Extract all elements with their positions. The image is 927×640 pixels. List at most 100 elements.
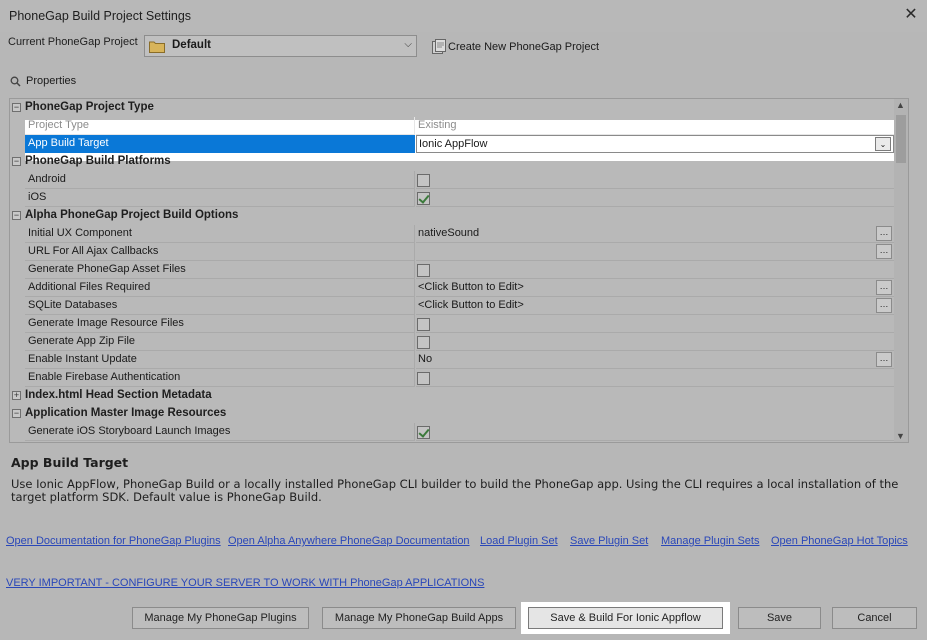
property-value: nativeSound … — [416, 225, 894, 243]
category-image-resources[interactable]: − Application Master Image Resources — [10, 405, 894, 423]
android-checkbox[interactable] — [417, 174, 430, 187]
gen-images-checkbox[interactable] — [417, 318, 430, 331]
property-name: App Build Target — [25, 135, 415, 153]
ellipsis-button[interactable]: … — [876, 244, 892, 259]
properties-label: Properties — [26, 75, 77, 87]
sqlite-value: <Click Button to Edit> — [418, 299, 524, 311]
category-build-platforms[interactable]: − PhoneGap Build Platforms — [10, 153, 894, 171]
property-value — [416, 171, 894, 189]
property-row-sqlite[interactable]: SQLite Databases <Click Button to Edit> … — [10, 297, 894, 315]
gen-zip-checkbox[interactable] — [417, 336, 430, 349]
property-row-app-build-target[interactable]: App Build Target Ionic AppFlow ⌄ — [10, 135, 894, 153]
ellipsis-button[interactable]: … — [876, 280, 892, 295]
scroll-down-icon[interactable]: ▼ — [896, 431, 905, 441]
ellipsis-button[interactable]: … — [876, 226, 892, 241]
category-head-metadata[interactable]: + Index.html Head Section Metadata — [10, 387, 894, 405]
manage-apps-button[interactable]: Manage My PhoneGap Build Apps — [322, 607, 516, 629]
firebase-checkbox[interactable] — [417, 372, 430, 385]
property-row-ios-storyboard[interactable]: Generate iOS Storyboard Launch Images — [10, 423, 894, 441]
ellipsis-button[interactable]: … — [876, 298, 892, 313]
ios-storyboard-checkbox[interactable] — [417, 426, 430, 439]
ellipsis-button[interactable]: … — [876, 352, 892, 367]
cancel-button[interactable]: Cancel — [832, 607, 917, 629]
property-name: Enable Instant Update — [25, 351, 415, 369]
property-value: … — [416, 243, 894, 261]
property-name: Enable Firebase Authentication — [25, 369, 415, 387]
property-value — [416, 189, 894, 207]
link-save-plugin-set[interactable]: Save Plugin Set — [570, 535, 648, 547]
collapse-icon[interactable]: − — [12, 157, 21, 166]
project-dropdown[interactable]: Default ⌵ — [144, 35, 417, 57]
property-row-ios[interactable]: iOS — [10, 189, 894, 207]
ios-checkbox[interactable] — [417, 192, 430, 205]
property-value: <Click Button to Edit> … — [416, 297, 894, 315]
property-row-gen-assets[interactable]: Generate PhoneGap Asset Files — [10, 261, 894, 279]
property-row-firebase[interactable]: Enable Firebase Authentication — [10, 369, 894, 387]
property-row-gen-images[interactable]: Generate Image Resource Files — [10, 315, 894, 333]
project-dropdown-value: Default — [172, 39, 211, 51]
property-name: Generate PhoneGap Asset Files — [25, 261, 415, 279]
property-row-initial-ux[interactable]: Initial UX Component nativeSound … — [10, 225, 894, 243]
property-grid[interactable]: − PhoneGap Project Type Project Type Exi… — [9, 98, 909, 443]
property-name: Generate Image Resource Files — [25, 315, 415, 333]
links-bar: Open Documentation for PhoneGap Plugins … — [6, 535, 921, 549]
new-project-icon — [432, 39, 446, 54]
property-row-instant-update[interactable]: Enable Instant Update No … — [10, 351, 894, 369]
collapse-icon[interactable]: − — [12, 211, 21, 220]
current-project-label: Current PhoneGap Project — [8, 36, 138, 48]
build-target-value: Ionic AppFlow — [419, 138, 488, 150]
category-label: PhoneGap Project Type — [25, 101, 154, 113]
button-label: Cancel — [857, 612, 892, 624]
help-text: Use Ionic AppFlow, PhoneGap Build or a l… — [11, 477, 899, 504]
link-hot-topics[interactable]: Open PhoneGap Hot Topics — [771, 535, 908, 547]
help-title: App Build Target — [11, 455, 129, 470]
expand-icon[interactable]: + — [12, 391, 21, 400]
collapse-icon[interactable]: − — [12, 103, 21, 112]
category-label: Index.html Head Section Metadata — [25, 389, 212, 401]
category-label: Alpha PhoneGap Project Build Options — [25, 209, 239, 221]
property-name: SQLite Databases — [25, 297, 415, 315]
property-name: Additional Files Required — [25, 279, 415, 297]
initial-ux-value: nativeSound — [418, 227, 480, 239]
property-row-project-type[interactable]: Project Type Existing — [10, 117, 894, 135]
gen-assets-checkbox[interactable] — [417, 264, 430, 277]
property-value: Existing — [416, 117, 894, 135]
category-build-options[interactable]: − Alpha PhoneGap Project Build Options — [10, 207, 894, 225]
save-button[interactable]: Save — [738, 607, 821, 629]
folder-icon — [149, 41, 165, 53]
property-row-ajax-url[interactable]: URL For All Ajax Callbacks … — [10, 243, 894, 261]
title-bar: PhoneGap Build Project Settings ✕ — [0, 0, 927, 32]
chevron-down-icon: ⌵ — [404, 39, 412, 50]
save-build-button-face[interactable]: Save & Build For Ionic Appflow — [528, 607, 723, 629]
close-icon[interactable]: ✕ — [900, 4, 922, 26]
button-label: Manage My PhoneGap Build Apps — [334, 612, 504, 624]
property-row-additional-files[interactable]: Additional Files Required <Click Button … — [10, 279, 894, 297]
category-label: PhoneGap Build Platforms — [25, 155, 171, 167]
property-row-gen-zip[interactable]: Generate App Zip File — [10, 333, 894, 351]
button-label: Save — [766, 612, 793, 624]
property-value: <Click Button to Edit> … — [416, 279, 894, 297]
scroll-up-icon[interactable]: ▲ — [896, 100, 905, 110]
property-row-android[interactable]: Android — [10, 171, 894, 189]
create-project-button[interactable]: Create New PhoneGap Project — [431, 37, 599, 57]
additional-files-value: <Click Button to Edit> — [418, 281, 524, 293]
property-name: Generate iOS Storyboard Launch Images — [25, 423, 415, 441]
link-plugin-docs[interactable]: Open Documentation for PhoneGap Plugins — [6, 535, 221, 547]
collapse-icon[interactable]: − — [12, 409, 21, 418]
chevron-down-icon[interactable]: ⌄ — [875, 137, 891, 151]
link-load-plugin-set[interactable]: Load Plugin Set — [480, 535, 558, 547]
link-phonegap-docs[interactable]: Open Alpha Anywhere PhoneGap Documentati… — [228, 535, 470, 547]
link-manage-plugin-sets[interactable]: Manage Plugin Sets — [661, 535, 759, 547]
property-value — [416, 423, 894, 441]
category-project-type[interactable]: − PhoneGap Project Type — [10, 99, 894, 117]
property-value — [416, 261, 894, 279]
manage-plugins-button[interactable]: Manage My PhoneGap Plugins — [132, 607, 309, 629]
button-label: Save & Build For Ionic Appflow — [550, 612, 701, 624]
category-label: Application Master Image Resources — [25, 407, 227, 419]
important-server-link[interactable]: VERY IMPORTANT - CONFIGURE YOUR SERVER T… — [6, 577, 484, 589]
vertical-scrollbar[interactable]: ▲ ▼ — [894, 99, 908, 442]
build-target-dropdown[interactable]: Ionic AppFlow ⌄ — [416, 135, 894, 153]
property-value — [416, 369, 894, 387]
save-build-button[interactable]: Save & Build For Ionic Appflow — [521, 602, 730, 634]
scrollbar-thumb[interactable] — [896, 115, 906, 163]
